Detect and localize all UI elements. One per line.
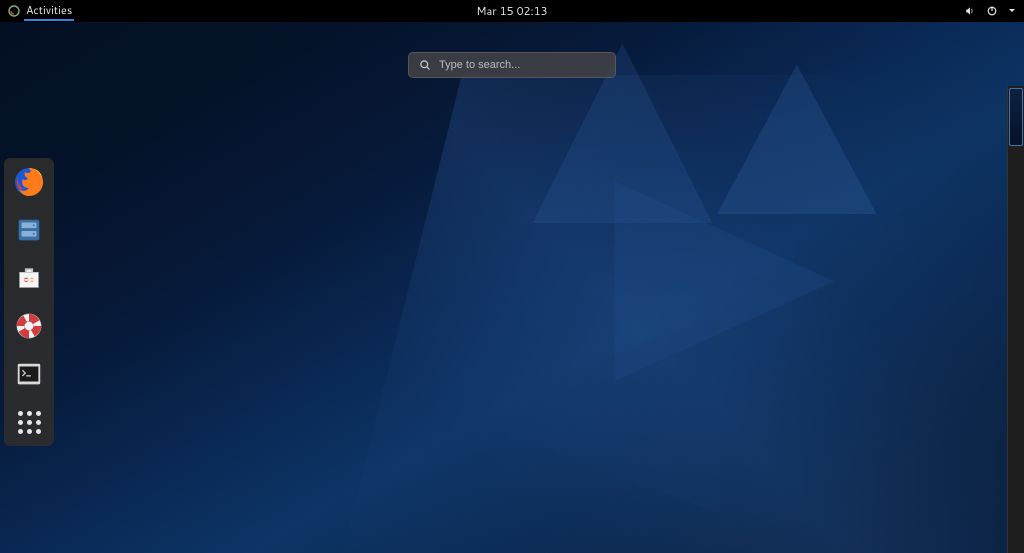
system-tray[interactable] bbox=[964, 5, 1016, 17]
dropdown-arrow-icon[interactable] bbox=[1008, 7, 1016, 15]
top-panel: Activities Mar 15 02:13 bbox=[0, 0, 1024, 22]
workspace-switcher[interactable] bbox=[1007, 86, 1024, 553]
search-icon bbox=[419, 54, 431, 77]
files-icon[interactable] bbox=[11, 212, 47, 248]
help-icon[interactable] bbox=[11, 308, 47, 344]
dock bbox=[4, 158, 54, 446]
search-input[interactable] bbox=[439, 59, 605, 71]
software-icon[interactable] bbox=[11, 260, 47, 296]
clock[interactable]: Mar 15 02:13 bbox=[476, 3, 547, 19]
top-panel-left: Activities bbox=[8, 1, 74, 21]
power-icon[interactable] bbox=[986, 5, 998, 17]
distro-logo-icon bbox=[8, 5, 20, 17]
show-applications-icon[interactable] bbox=[11, 404, 47, 440]
desktop-background bbox=[0, 22, 1024, 553]
grid-dots-icon bbox=[18, 411, 41, 434]
firefox-icon[interactable] bbox=[11, 164, 47, 200]
terminal-icon[interactable] bbox=[11, 356, 47, 392]
volume-icon[interactable] bbox=[964, 5, 976, 17]
workspace-thumbnail-active[interactable] bbox=[1009, 88, 1023, 146]
activities-button[interactable]: Activities bbox=[24, 1, 74, 21]
search-bar[interactable] bbox=[408, 52, 616, 78]
